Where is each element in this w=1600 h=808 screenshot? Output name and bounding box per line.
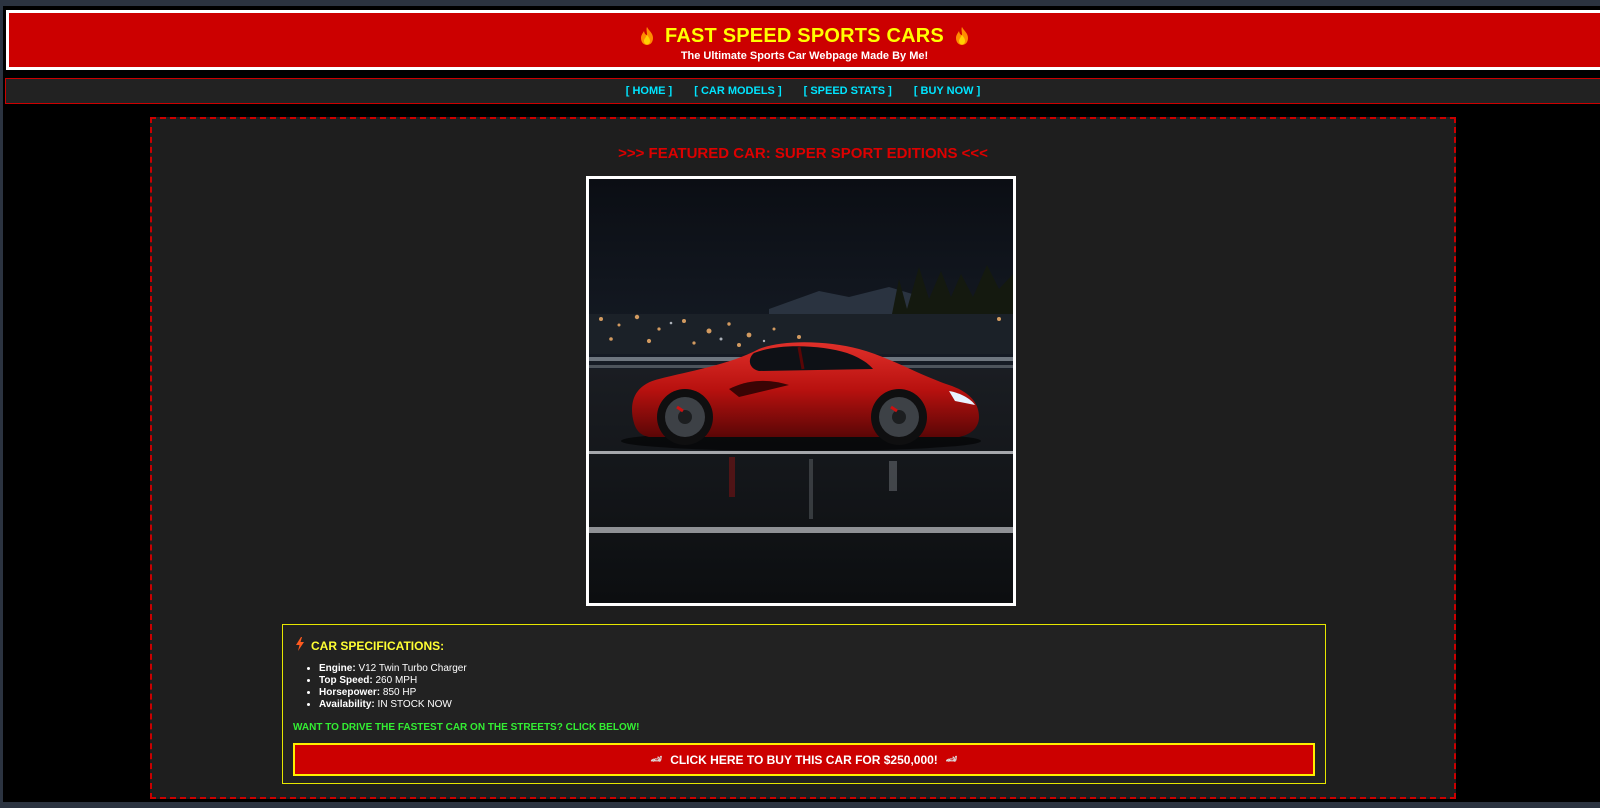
featured-title: >>> FEATURED CAR: SUPER SPORT EDITIONS <… [618, 145, 988, 162]
car-specifications-panel: CAR SPECIFICATIONS: Engine: V12 Twin Tur… [282, 624, 1326, 784]
header-title-row: FAST SPEED SPORTS CARS [9, 24, 1600, 48]
spec-value: 260 MPH [372, 675, 418, 686]
spec-label: Horsepower: [319, 687, 381, 698]
specs-list: Engine: V12 Twin Turbo Charger Top Speed… [297, 663, 467, 711]
buy-button-label: CLICK HERE TO BUY THIS CAR FOR $250,000! [670, 752, 938, 767]
spec-item-engine: Engine: V12 Twin Turbo Charger [319, 663, 467, 675]
site-header: FAST SPEED SPORTS CARS The Ultimate Spor… [6, 10, 1600, 70]
nav-link-home[interactable]: [ HOME ] [626, 85, 672, 97]
spec-item-availability: Availability: IN STOCK NOW [319, 699, 467, 711]
featured-car-image [586, 176, 1016, 606]
site-subtitle: The Ultimate Sports Car Webpage Made By … [680, 50, 929, 62]
main-nav: [ HOME ] [ CAR MODELS ] [ SPEED STATS ] … [5, 78, 1600, 104]
lightning-icon [295, 637, 305, 654]
window-frame-bottom [0, 802, 1600, 808]
spec-value: V12 Twin Turbo Charger [355, 663, 467, 674]
spec-value: IN STOCK NOW [374, 699, 452, 710]
spec-item-top-speed: Top Speed: 260 MPH [319, 675, 467, 687]
fire-icon [639, 26, 655, 46]
fire-icon [954, 26, 970, 46]
buy-car-button[interactable]: 🏎 CLICK HERE TO BUY THIS CAR FOR $250,00… [293, 743, 1315, 776]
spec-label: Engine: [319, 663, 356, 674]
window-frame-left [0, 0, 3, 808]
specs-heading-label: CAR SPECIFICATIONS: [311, 638, 445, 653]
spec-item-horsepower: Horsepower: 850 HP [319, 687, 467, 699]
specs-heading: CAR SPECIFICATIONS: [295, 637, 444, 654]
featured-section: >>> FEATURED CAR: SUPER SPORT EDITIONS <… [150, 117, 1456, 799]
window-frame-top [0, 0, 1600, 6]
spec-value: 850 HP [380, 687, 417, 698]
nav-link-speed-stats[interactable]: [ SPEED STATS ] [804, 85, 892, 97]
nav-link-buy-now[interactable]: [ BUY NOW ] [914, 85, 980, 97]
car-icon: 🏎 [945, 754, 958, 764]
site-title: FAST SPEED SPORTS CARS [665, 24, 944, 47]
car-icon: 🏎 [650, 754, 663, 764]
spec-label: Top Speed: [319, 675, 373, 686]
nav-link-car-models[interactable]: [ CAR MODELS ] [694, 85, 781, 97]
cta-text: WANT TO DRIVE THE FASTEST CAR ON THE STR… [293, 722, 640, 733]
spec-label: Availability: [319, 699, 375, 710]
